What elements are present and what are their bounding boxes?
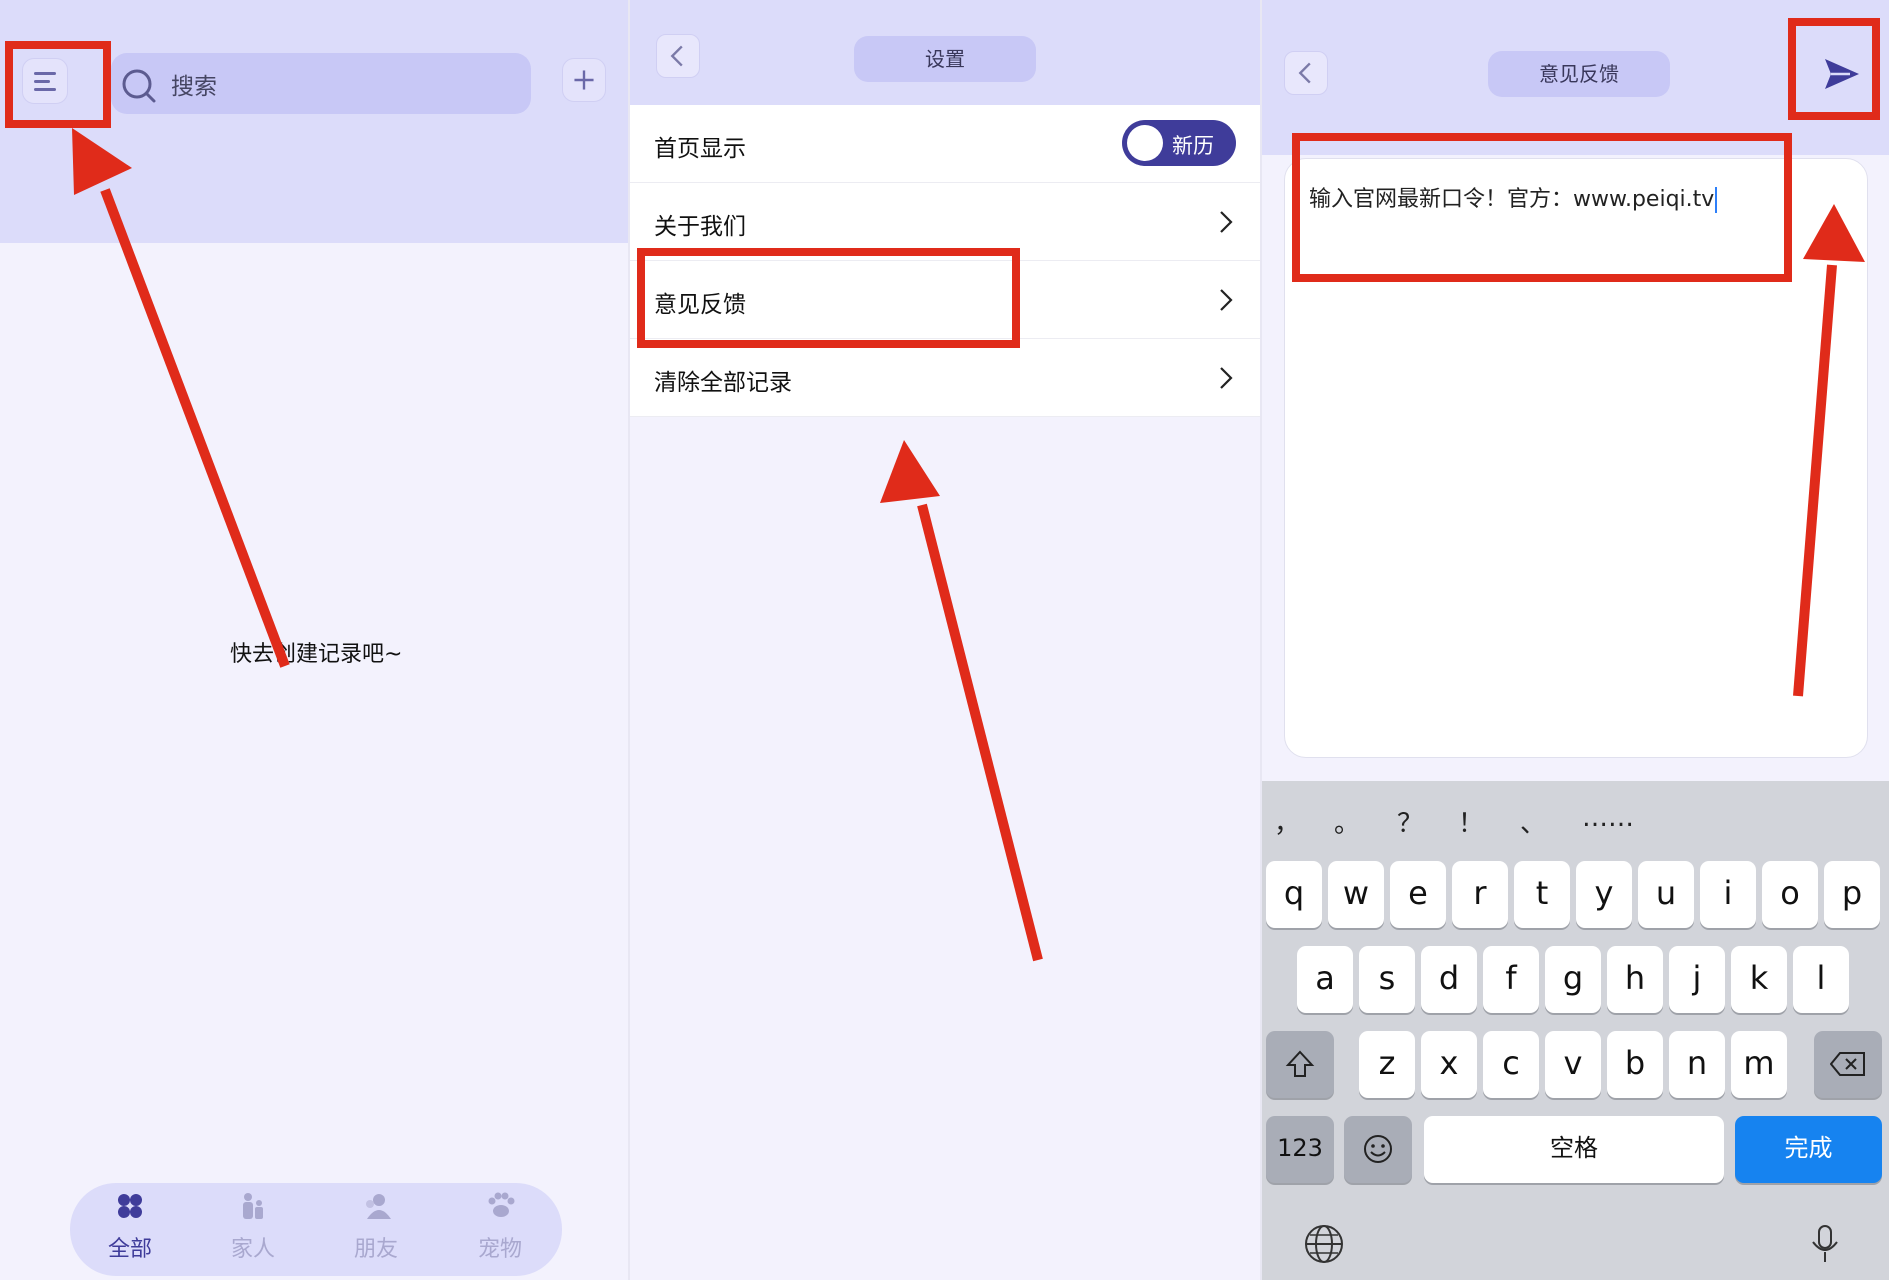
globe-icon[interactable] xyxy=(1302,1222,1346,1266)
key-l[interactable]: l xyxy=(1793,946,1849,1013)
chevron-left-icon xyxy=(670,45,683,67)
page-title: 设置 xyxy=(854,36,1036,82)
key-e[interactable]: e xyxy=(1390,861,1446,928)
key-x[interactable]: x xyxy=(1421,1031,1477,1098)
keyboard: ， 。 ？ ！ 、 …… q w e r t y u i o p a s d f… xyxy=(1262,781,1889,1280)
key-c[interactable]: c xyxy=(1483,1031,1539,1098)
key-m[interactable]: m xyxy=(1731,1031,1787,1098)
punct-key[interactable]: ， xyxy=(1274,803,1300,840)
key-u[interactable]: u xyxy=(1638,861,1694,928)
page-title: 意见反馈 xyxy=(1488,51,1670,97)
punct-key[interactable]: ！ xyxy=(1458,803,1484,840)
row-label: 首页显示 xyxy=(654,136,746,162)
space-key[interactable]: 空格 xyxy=(1424,1116,1724,1183)
add-button[interactable] xyxy=(562,58,606,102)
key-v[interactable]: v xyxy=(1545,1031,1601,1098)
friends-icon xyxy=(366,1194,391,1219)
search-icon xyxy=(122,69,156,103)
key-a[interactable]: a xyxy=(1297,946,1353,1013)
numbers-key[interactable]: 123 xyxy=(1266,1116,1334,1183)
key-p[interactable]: p xyxy=(1824,861,1880,928)
key-t[interactable]: t xyxy=(1514,861,1570,928)
highlight-menu-button xyxy=(5,41,111,128)
family-icon xyxy=(243,1193,263,1219)
key-d[interactable]: d xyxy=(1421,946,1477,1013)
key-y[interactable]: y xyxy=(1576,861,1632,928)
chevron-right-icon xyxy=(1220,289,1233,311)
empty-state-text: 快去创建记录吧~ xyxy=(230,642,403,667)
row-label: 关于我们 xyxy=(654,214,746,240)
shift-icon xyxy=(1285,1050,1315,1077)
chevron-right-icon xyxy=(1220,367,1233,389)
grid-icon xyxy=(118,1194,142,1218)
plus-icon xyxy=(574,70,594,90)
tab-label: 家人 xyxy=(230,1237,275,1262)
key-j[interactable]: j xyxy=(1669,946,1725,1013)
settings-screen: 设置 首页显示 新历 关于我们 意见反馈 清除全部记录 xyxy=(630,0,1260,1280)
key-r[interactable]: r xyxy=(1452,861,1508,928)
punct-key[interactable]: ？ xyxy=(1397,803,1423,840)
emoji-icon xyxy=(1364,1135,1392,1163)
tab-pets[interactable]: 宠物 xyxy=(450,1191,550,1263)
back-button[interactable] xyxy=(1284,51,1328,95)
chevron-right-icon xyxy=(1220,211,1233,233)
key-h[interactable]: h xyxy=(1607,946,1663,1013)
done-key[interactable]: 完成 xyxy=(1735,1116,1882,1183)
highlight-feedback-row xyxy=(637,248,1020,348)
tab-label: 宠物 xyxy=(477,1237,522,1262)
punct-key[interactable]: 、 xyxy=(1520,803,1546,840)
bottom-tab-bar: 全部 家人 朋友 宠物 xyxy=(70,1183,562,1276)
microphone-icon[interactable] xyxy=(1803,1222,1847,1266)
home-screen: 搜索 快去创建记录吧~ 全部 家人 朋友 宠物 xyxy=(0,0,628,1280)
settings-row-home-display: 首页显示 新历 xyxy=(630,105,1260,183)
key-i[interactable]: i xyxy=(1700,861,1756,928)
key-b[interactable]: b xyxy=(1607,1031,1663,1098)
calendar-toggle[interactable]: 新历 xyxy=(1122,120,1236,166)
chevron-left-icon xyxy=(1298,62,1311,84)
row-label: 清除全部记录 xyxy=(654,370,792,396)
tab-label: 朋友 xyxy=(353,1237,398,1262)
tab-friends[interactable]: 朋友 xyxy=(326,1191,426,1263)
punct-key[interactable]: …… xyxy=(1582,803,1634,833)
search-label: 搜索 xyxy=(171,74,217,100)
punct-key[interactable]: 。 xyxy=(1334,803,1360,840)
tab-label: 全部 xyxy=(107,1237,152,1262)
emoji-key[interactable] xyxy=(1344,1116,1412,1183)
key-w[interactable]: w xyxy=(1328,861,1384,928)
key-f[interactable]: f xyxy=(1483,946,1539,1013)
key-s[interactable]: s xyxy=(1359,946,1415,1013)
backspace-icon xyxy=(1829,1052,1865,1076)
key-k[interactable]: k xyxy=(1731,946,1787,1013)
toggle-label: 新历 xyxy=(1172,134,1214,158)
tab-all[interactable]: 全部 xyxy=(80,1191,180,1263)
key-q[interactable]: q xyxy=(1266,861,1322,928)
key-g[interactable]: g xyxy=(1545,946,1601,1013)
key-z[interactable]: z xyxy=(1359,1031,1415,1098)
key-o[interactable]: o xyxy=(1762,861,1818,928)
search-bar[interactable]: 搜索 xyxy=(111,53,531,114)
key-n[interactable]: n xyxy=(1669,1031,1725,1098)
paw-icon xyxy=(488,1192,515,1217)
back-button[interactable] xyxy=(656,34,700,78)
settings-row-clear-records[interactable]: 清除全部记录 xyxy=(630,339,1260,417)
backspace-key[interactable] xyxy=(1814,1031,1882,1098)
shift-key[interactable] xyxy=(1266,1031,1334,1098)
highlight-feedback-text xyxy=(1292,133,1792,282)
tab-family[interactable]: 家人 xyxy=(203,1191,303,1263)
toggle-knob xyxy=(1127,125,1163,161)
highlight-send-button xyxy=(1788,18,1880,120)
